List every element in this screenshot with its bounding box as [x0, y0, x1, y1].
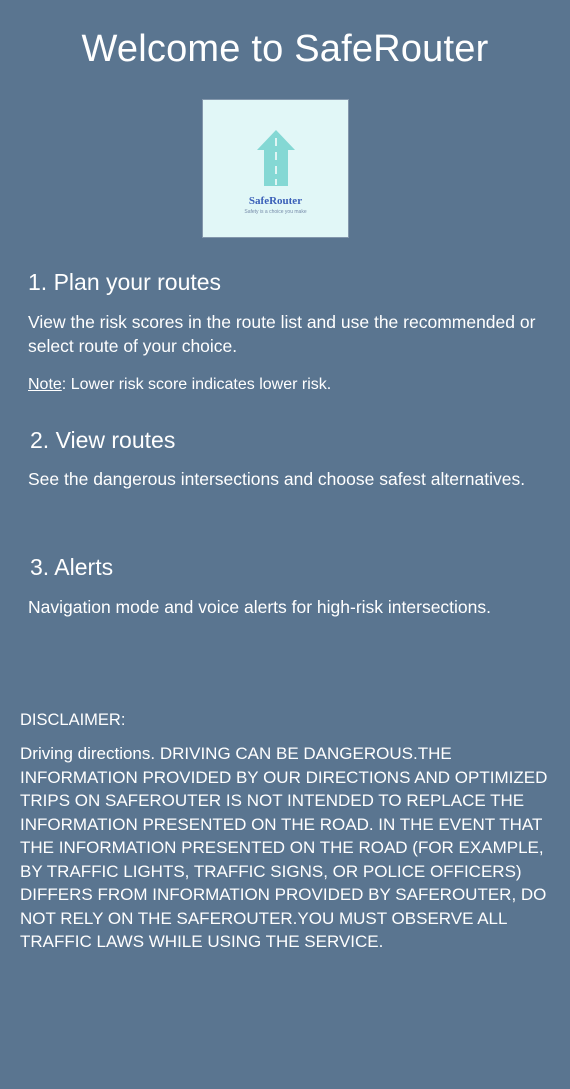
section-heading-alerts: 3. Alerts: [30, 554, 114, 580]
disclaimer-title: DISCLAIMER:: [20, 711, 126, 729]
road-arrow-icon: [257, 130, 295, 186]
app-logo: [203, 100, 348, 237]
section-heading-plan: 1. Plan your routes: [28, 269, 222, 295]
logo-name: SafeRouter: [248, 195, 303, 207]
note-text: : Lower risk score indicates lower risk.: [61, 376, 332, 393]
page-title: Welcome to SafeRouter: [81, 28, 489, 70]
section-body-plan: View the risk scores in the route list a…: [28, 312, 536, 356]
welcome-screen: Welcome to SafeRouter SafeRouter Safety …: [0, 0, 570, 1089]
disclaimer-text: Driving directions. DRIVING CAN BE DANGE…: [20, 744, 548, 951]
section-note-plan: Note: Lower risk score indicates lower r…: [28, 374, 331, 396]
section-body-alerts: Navigation mode and voice alerts for hig…: [28, 597, 491, 617]
section-body-view: See the dangerous intersections and choo…: [28, 469, 526, 489]
section-heading-view: 2. View routes: [30, 427, 176, 453]
logo-tagline: Safety is a choice you make: [244, 209, 307, 215]
note-label: Note: [28, 376, 62, 393]
